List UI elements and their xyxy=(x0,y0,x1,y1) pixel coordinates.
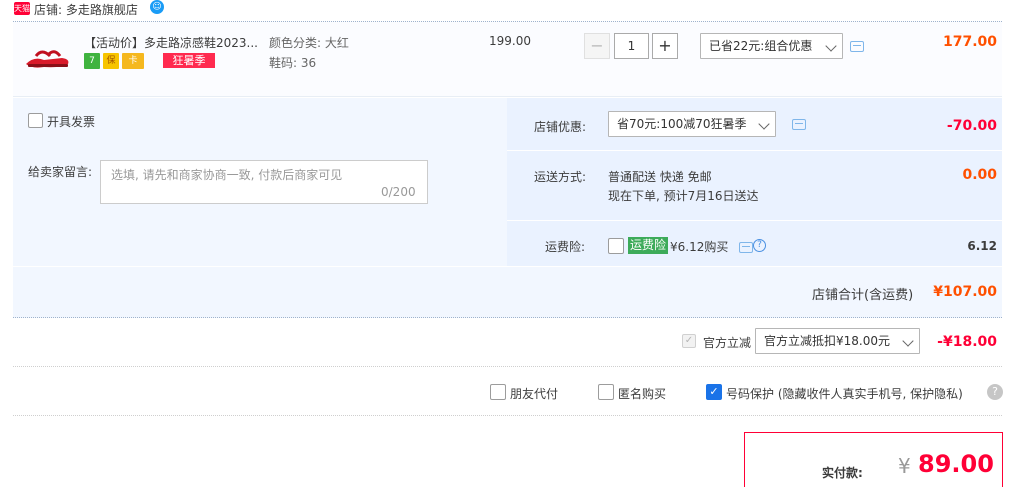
chevron-down-icon xyxy=(758,118,770,130)
insurance-tag: 运费险 xyxy=(628,237,669,254)
seven-day-return-icon: 7 xyxy=(84,53,100,69)
seller-message-placeholder: 选填, 请先和商家协商一致, 付款后商家可见 xyxy=(111,168,343,182)
comment-icon[interactable] xyxy=(739,242,753,253)
payment-amount: 89.00 xyxy=(918,450,994,478)
sku-size: 鞋码: 36 xyxy=(269,56,317,70)
promo-tag: 狂暑季 xyxy=(163,53,215,68)
shop-name[interactable]: 店铺: 多走路旗舰店 xyxy=(34,1,138,18)
service-icons: 7 保 卡 xyxy=(84,53,144,69)
official-discount-amount: -¥18.00 xyxy=(937,334,997,350)
insurance-label: 运费险: xyxy=(545,240,586,254)
insurance-price: ¥6.12购买 xyxy=(670,240,729,254)
chevron-down-icon xyxy=(825,40,837,52)
cart-item-row xyxy=(13,21,1002,97)
chevron-down-icon xyxy=(902,335,914,347)
shipping-label: 运送方式: xyxy=(534,170,587,184)
shipping-fee: 0.00 xyxy=(962,167,997,183)
invoice-label[interactable]: 开具发票 xyxy=(47,113,95,130)
comment-icon[interactable] xyxy=(792,119,806,130)
friend-pay-label[interactable]: 朋友代付 xyxy=(510,385,558,402)
shop-discount-select[interactable]: 省70元:100减70狂暑季 xyxy=(608,111,776,137)
official-discount-checkbox[interactable]: ✓ xyxy=(682,334,696,348)
official-discount-label: 官方立减 xyxy=(703,336,752,350)
item-discount-select[interactable]: 已省22元:组合优惠 xyxy=(700,33,843,59)
friend-pay-checkbox[interactable] xyxy=(490,384,506,400)
help-icon[interactable]: ? xyxy=(753,239,766,252)
payment-label: 实付款: xyxy=(822,466,863,480)
phone-protect-label[interactable]: 号码保护 (隐藏收件人真实手机号, 保护隐私) xyxy=(726,385,963,402)
official-discount-select[interactable]: 官方立减抵扣¥18.00元 xyxy=(755,328,920,354)
shop-discount-value: 省70元:100减70狂暑季 xyxy=(617,117,747,131)
divider xyxy=(507,150,1002,151)
shop-discount-amount: -70.00 xyxy=(946,118,997,134)
invoice-checkbox[interactable] xyxy=(28,113,43,128)
unit-price: 199.00 xyxy=(489,34,531,48)
shipping-method: 普通配送 快递 免邮 xyxy=(608,170,712,184)
product-thumbnail[interactable] xyxy=(22,34,72,84)
credit-card-icon: 卡 xyxy=(122,53,144,69)
shop-total-amount: ¥107.00 xyxy=(933,284,997,300)
quantity-increase-button[interactable]: + xyxy=(652,33,678,59)
item-subtotal: 177.00 xyxy=(942,34,997,50)
official-discount-value: 官方立减抵扣¥18.00元 xyxy=(764,334,890,348)
insurance-amount: 6.12 xyxy=(967,239,997,253)
guarantee-icon: 保 xyxy=(103,53,119,69)
delivery-estimate: 现在下单, 预计7月16日送达 xyxy=(608,189,759,203)
comment-icon[interactable] xyxy=(850,41,864,52)
shop-total-label: 店铺合计(含运费) xyxy=(812,288,914,303)
divider xyxy=(13,366,1002,367)
currency-symbol: ¥ xyxy=(898,454,911,478)
insurance-checkbox[interactable] xyxy=(608,238,624,254)
tmall-badge: 天猫 xyxy=(14,2,30,15)
divider xyxy=(507,220,1002,221)
quantity-decrease-button[interactable]: − xyxy=(584,33,610,59)
seller-message-label: 给卖家留言: xyxy=(28,165,93,179)
anonymous-checkbox[interactable] xyxy=(598,384,614,400)
quantity-input[interactable]: 1 xyxy=(614,33,649,59)
anonymous-label[interactable]: 匿名购买 xyxy=(618,385,666,402)
phone-protect-checkbox[interactable]: ✓ xyxy=(706,384,722,400)
sku-color: 颜色分类: 大红 xyxy=(269,36,349,50)
shop-discount-label: 店铺优惠: xyxy=(534,120,587,134)
item-discount-value: 已省22元:组合优惠 xyxy=(709,39,813,53)
divider xyxy=(13,415,1002,416)
wangwang-chat-icon[interactable]: ☺ xyxy=(150,0,164,14)
help-icon[interactable]: ? xyxy=(987,384,1003,400)
char-counter: 0/200 xyxy=(381,185,416,199)
item-title-link[interactable]: 【活动价】多走路凉感鞋2023... xyxy=(84,34,258,51)
divider xyxy=(13,266,1002,267)
